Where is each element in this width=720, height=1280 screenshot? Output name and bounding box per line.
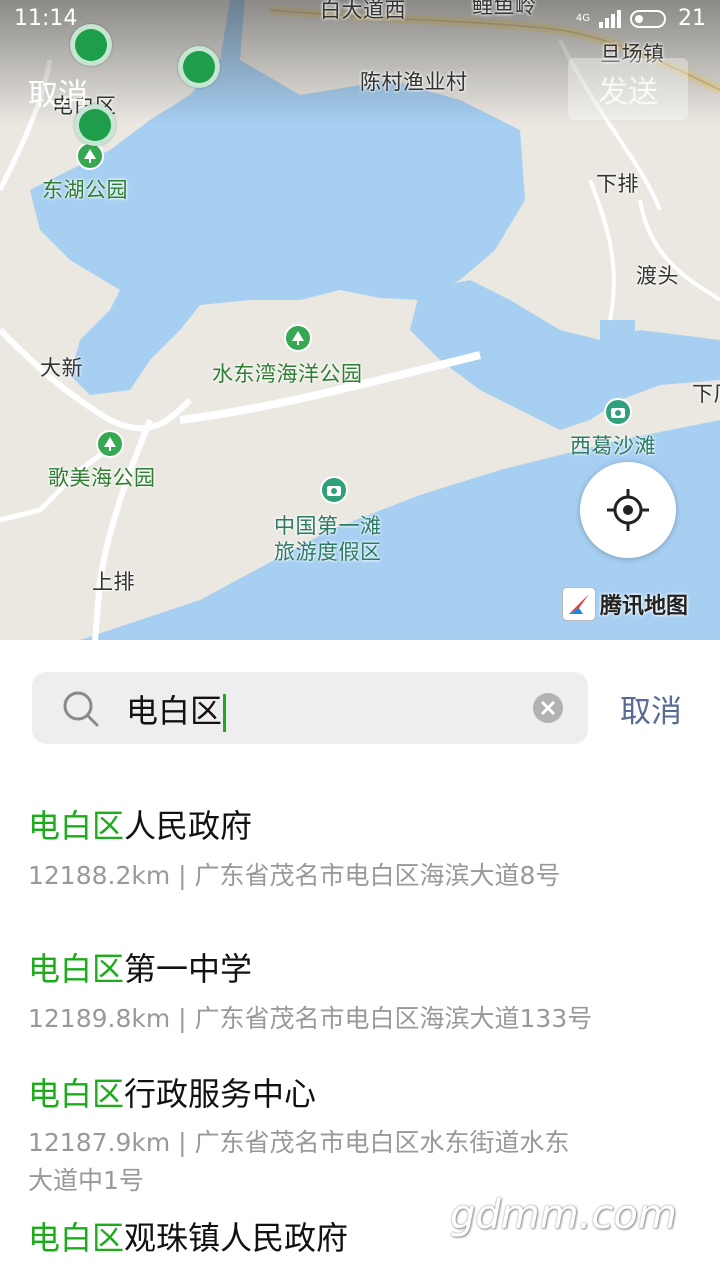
result-address-line2: 大道中1号 [28, 1166, 144, 1195]
search-input[interactable]: 电白区 [126, 686, 227, 732]
clear-icon[interactable] [532, 692, 564, 724]
search-box[interactable]: 电白区 [32, 672, 588, 744]
cancel-button[interactable]: 取消 [620, 686, 682, 731]
result-address: 12189.8km | 广东省茂名市电白区海滨大道133号 [28, 1004, 593, 1033]
park-icon [96, 430, 124, 458]
result-highlight: 电白区 [28, 807, 125, 845]
result-highlight: 电白区 [28, 950, 125, 988]
signal-icon [599, 9, 621, 28]
map-label-xiapai: 下排 [596, 172, 639, 196]
poi-label-donghu[interactable]: 东湖公园 [42, 174, 128, 204]
map-label-shangpai: 上排 [92, 570, 135, 594]
result-title-rest: 观珠镇人民政府 [124, 1219, 349, 1257]
map-label-daxin: 大新 [40, 356, 83, 380]
status-bar: 11:14 4G 21 [0, 0, 720, 42]
result-title-rest: 第一中学 [124, 950, 253, 988]
result-title: 电白区人民政府 [28, 804, 688, 848]
search-icon [63, 691, 99, 727]
network-type: 4G [575, 13, 590, 24]
result-address-line1: 12187.9km | 广东省茂名市电白区水东街道水东 [28, 1128, 570, 1157]
battery-icon [630, 9, 666, 28]
list-item[interactable]: 电白区行政服务中心 12187.9km | 广东省茂名市电白区水东街道水东 大道中… [28, 1072, 688, 1200]
map-label-chencun: 陈村渔业村 [360, 70, 468, 94]
status-icons: 4G 21 [576, 6, 706, 31]
search-query-text: 电白区 [126, 692, 223, 730]
watermark: gdmm.com [450, 1192, 677, 1238]
result-highlight: 电白区 [28, 1075, 125, 1113]
list-item[interactable]: 电白区第一中学 12189.8km | 广东省茂名市电白区海滨大道133号 [28, 947, 688, 1037]
brand-label: 腾讯地图 [600, 594, 689, 619]
poi-label-zhongguo-line2[interactable]: 旅游度假区 [274, 536, 382, 566]
list-item[interactable]: 电白区人民政府 12188.2km | 广东省茂名市电白区海滨大道8号 [28, 804, 688, 894]
poi-label-xige[interactable]: 西葛沙滩 [570, 430, 656, 460]
location-marker[interactable] [178, 46, 220, 88]
result-title-rest: 人民政府 [124, 807, 253, 845]
tencent-map-logo-icon [562, 587, 596, 621]
result-highlight: 电白区 [28, 1219, 125, 1257]
poi-label-shuidong[interactable]: 水东湾海洋公园 [212, 358, 363, 388]
text-cursor [223, 694, 227, 732]
result-title: 电白区行政服务中心 [28, 1072, 688, 1116]
battery-level: 21 [678, 6, 706, 31]
map-label-xiapai2: 下厂 [692, 382, 720, 406]
map-brand: 腾讯地图 [562, 586, 688, 622]
result-address: 12188.2km | 广东省茂名市电白区海滨大道8号 [28, 861, 561, 890]
map-view[interactable]: 白大道西 鲤鱼岭 旦场镇 陈村渔业村 电白区 下排 渡头 大新 下厂 上排 东湖… [0, 0, 720, 640]
park-icon [76, 142, 104, 170]
poi-label-gemei[interactable]: 歌美海公园 [48, 462, 156, 492]
locate-icon [607, 489, 649, 531]
status-time: 11:14 [14, 6, 78, 31]
result-title-rest: 行政服务中心 [124, 1075, 317, 1113]
locate-button[interactable] [580, 462, 676, 558]
send-button[interactable]: 发送 [568, 58, 688, 120]
camera-icon [320, 476, 348, 504]
result-title: 电白区第一中学 [28, 947, 688, 991]
camera-icon [604, 398, 632, 426]
search-panel: 电白区 取消 电白区人民政府 12188.2km | 广东省茂名市电白区海滨大道… [0, 640, 720, 1280]
result-address: 12187.9km | 广东省茂名市电白区水东街道水东 大道中1号 [28, 1124, 688, 1200]
top-cancel-button[interactable]: 取消 [28, 70, 88, 114]
map-label-dutou: 渡头 [636, 264, 679, 288]
park-icon [284, 324, 312, 352]
